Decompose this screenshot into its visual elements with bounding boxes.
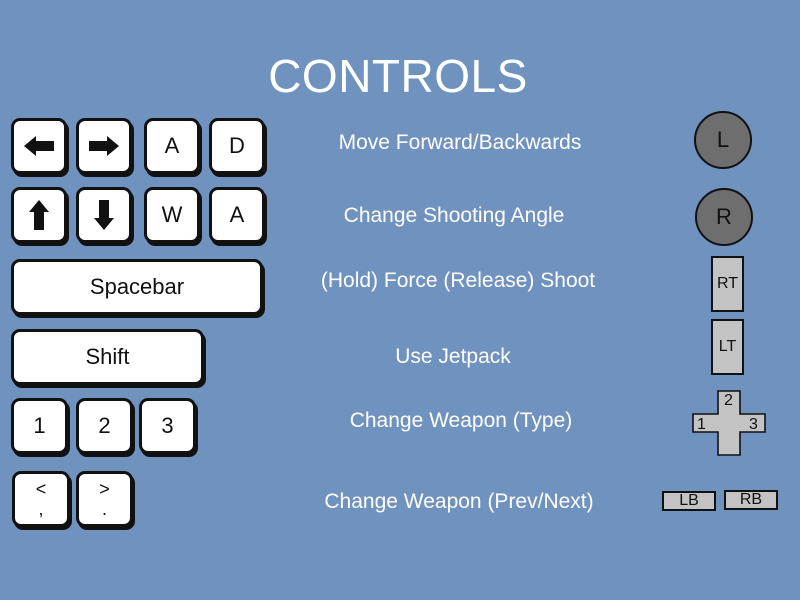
dpad-left-label: 1 [697, 416, 706, 433]
action-weapon-type: Change Weapon (Type) [349, 409, 573, 432]
dpad-up-label: 2 [724, 392, 733, 409]
key-up-arrow [11, 187, 67, 243]
right-trigger-button: RT [711, 256, 744, 312]
key-3: 3 [139, 398, 196, 454]
arrow-down-icon [94, 200, 114, 230]
key-period: > . [76, 471, 133, 527]
key-2: 2 [76, 398, 133, 454]
key-w: W [144, 187, 200, 243]
key-a: A [144, 118, 200, 174]
key-comma: < , [12, 471, 70, 527]
key-period-bottom: . [101, 499, 107, 519]
key-spacebar: Spacebar [11, 259, 263, 315]
left-stick-button: L [694, 111, 752, 169]
right-stick-button: R [695, 188, 753, 246]
arrow-left-icon [24, 136, 54, 156]
action-shoot: (Hold) Force (Release) Shoot [320, 269, 596, 292]
arrow-up-icon [29, 200, 49, 230]
right-bumper-button: RB [724, 490, 778, 510]
left-bumper-button: LB [662, 491, 716, 511]
action-weapon-cycle: Change Weapon (Prev/Next) [324, 490, 594, 513]
action-jetpack: Use Jetpack [395, 345, 511, 368]
action-shooting-angle: Change Shooting Angle [343, 204, 565, 227]
dpad-right-label: 3 [749, 416, 758, 433]
key-comma-bottom: , [38, 499, 44, 519]
key-down-arrow [76, 187, 132, 243]
key-right-arrow [76, 118, 132, 174]
left-trigger-button: LT [711, 319, 744, 375]
key-left-arrow [11, 118, 67, 174]
key-d: D [209, 118, 265, 174]
page-title: CONTROLS [268, 50, 528, 102]
arrow-right-icon [89, 136, 119, 156]
dpad: 2 1 3 [692, 390, 766, 456]
action-move: Move Forward/Backwards [338, 131, 582, 154]
key-shift: Shift [11, 329, 204, 385]
key-a-alt: A [209, 187, 265, 243]
key-1: 1 [11, 398, 68, 454]
key-comma-top: < [35, 479, 47, 499]
key-period-top: > [99, 479, 110, 499]
